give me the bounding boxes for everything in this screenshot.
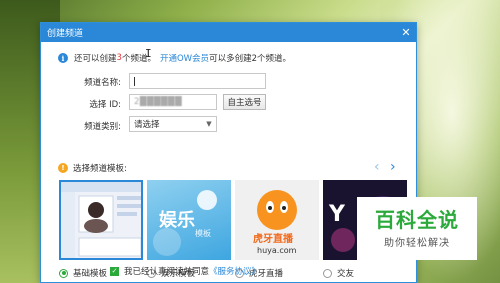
channel-name-input[interactable]	[129, 73, 266, 89]
channel-type-label: 频道类别:	[84, 122, 121, 132]
info-note: 可以多创建2个频道。	[209, 54, 291, 64]
watermark-tagline: 助你轻松解决	[384, 238, 450, 249]
watermark-logo: 百科全说 助你轻松解决	[357, 197, 477, 260]
huya-thumb-title: 虎牙直播	[253, 234, 293, 245]
channel-type-value: 请选择	[134, 120, 160, 130]
channel-id-input[interactable]: 2██████	[129, 94, 217, 110]
huya-thumb-domain: huya.com	[257, 246, 297, 255]
channel-id-value: 2██████	[134, 97, 183, 107]
agreement-text: 我已经认真阅读并同意	[124, 267, 210, 277]
info-icon: i	[58, 53, 68, 63]
template-next-button[interactable]: ›	[390, 159, 396, 175]
chevron-down-icon: ▼	[206, 120, 212, 128]
radio-selected-icon	[59, 268, 68, 278]
template-header: ! 选择频道模板:	[58, 162, 127, 174]
ibeam-cursor-icon: I	[145, 47, 152, 60]
channel-id-label: 选择 ID:	[89, 100, 121, 110]
template-label-social: 交友	[337, 269, 355, 279]
template-prev-button[interactable]: ‹	[374, 159, 380, 175]
text-caret	[134, 76, 135, 86]
custom-id-button[interactable]: 自主选号	[223, 94, 266, 110]
template-thumb-basic[interactable]	[59, 180, 143, 260]
entertainment-thumb-sub: 模板	[195, 229, 211, 238]
dialog-title: 创建频道	[47, 29, 84, 39]
template-header-label: 选择频道模板:	[73, 164, 127, 174]
channel-name-label: 频道名称:	[84, 78, 121, 88]
watermark-title: 百科全说	[375, 208, 459, 232]
basic-template-preview	[61, 182, 141, 258]
info-row: i 还可以创建 3 个频道。 开通OW会员 可以多创建2个频道。	[58, 52, 291, 64]
template-radio-social[interactable]: 交友	[323, 267, 354, 279]
template-thumb-entertainment[interactable]: 娱乐 模板	[147, 180, 231, 260]
title-bar: 创建频道 ✕	[41, 23, 416, 42]
agreement-row: ✓ 我已经认真阅读并同意 《服务协议》	[110, 265, 260, 277]
agreement-checkbox[interactable]: ✓	[110, 266, 119, 276]
social-thumb-letter: Y	[329, 202, 345, 227]
warning-icon: !	[58, 163, 68, 173]
template-radio-basic[interactable]: 基础模板	[59, 267, 107, 279]
radio-icon	[323, 268, 332, 278]
template-thumb-huya[interactable]: 虎牙直播 huya.com	[235, 180, 319, 260]
close-button[interactable]: ✕	[396, 23, 416, 42]
service-agreement-link[interactable]: 《服务协议》	[209, 265, 260, 277]
channel-type-select[interactable]: 请选择 ▼	[129, 116, 217, 132]
template-label-basic: 基础模板	[73, 269, 108, 279]
close-icon: ✕	[401, 26, 411, 39]
open-vip-link[interactable]: 开通OW会员	[160, 52, 209, 64]
entertainment-thumb-title: 娱乐	[159, 210, 195, 231]
info-prefix: 还可以创建	[74, 54, 117, 64]
